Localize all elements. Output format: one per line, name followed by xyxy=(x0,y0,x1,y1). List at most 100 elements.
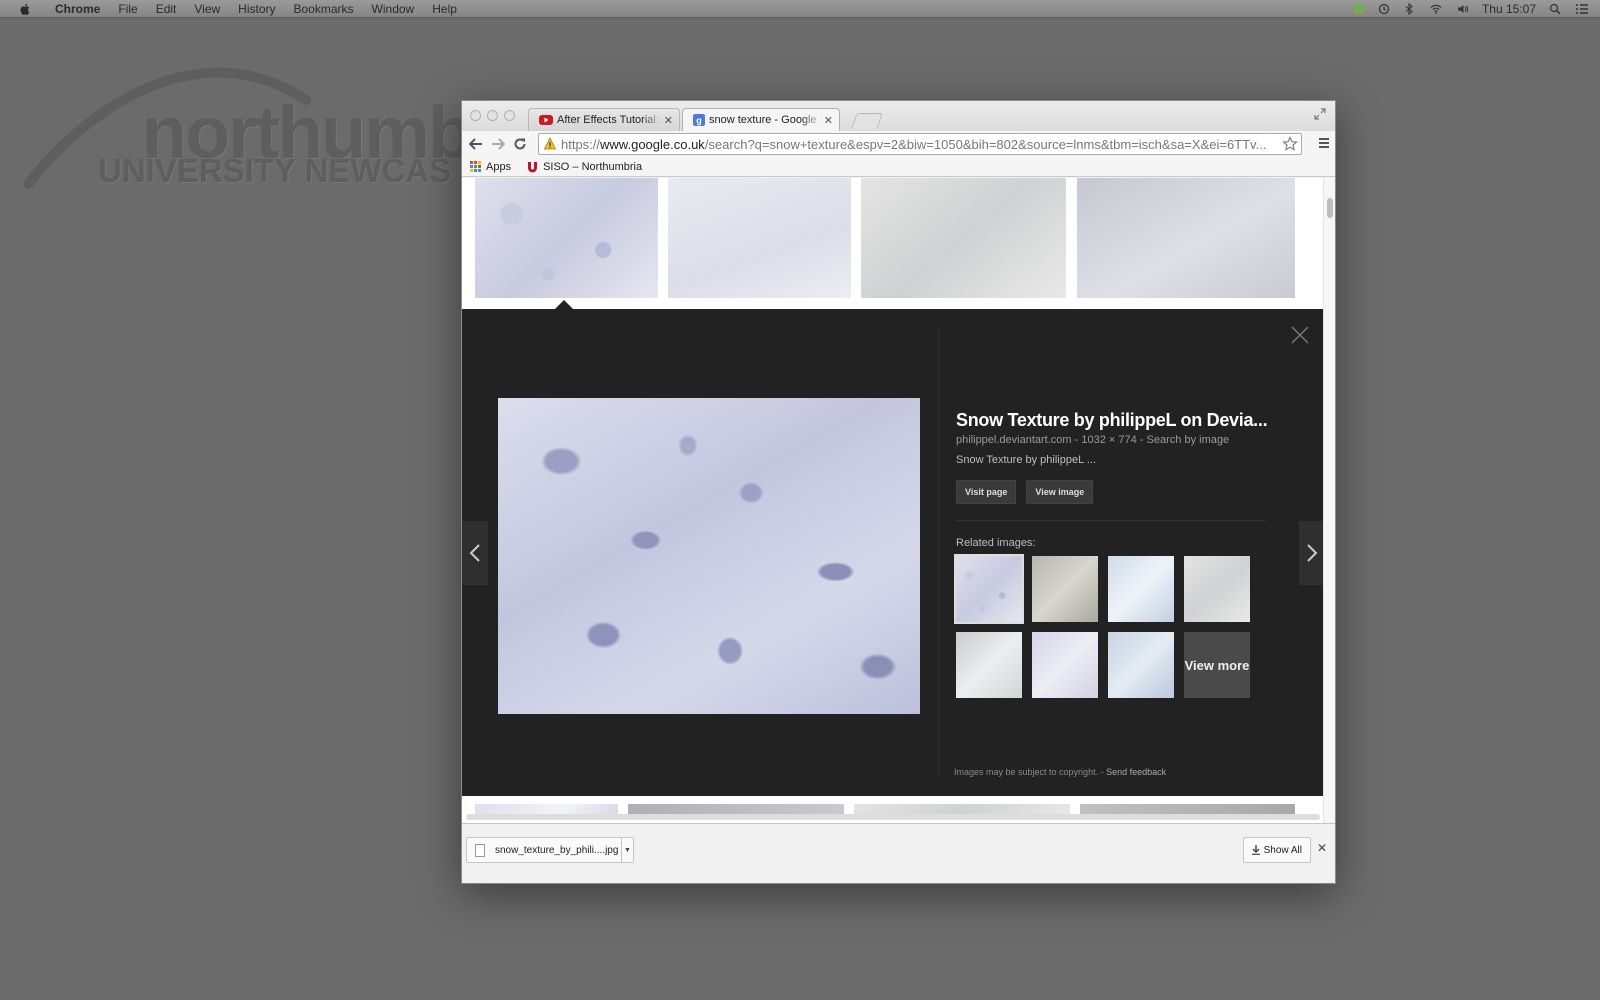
spotlight-search-icon[interactable] xyxy=(1549,3,1561,15)
related-images-grid: View more xyxy=(954,554,1276,698)
reload-button[interactable] xyxy=(509,133,531,155)
forward-button[interactable] xyxy=(487,133,509,155)
menu-clock[interactable]: Thu 15:07 xyxy=(1482,2,1536,16)
bookmark-label: Apps xyxy=(486,160,512,173)
close-shelf-icon[interactable]: ✕ xyxy=(1317,841,1327,855)
zoom-window-button[interactable] xyxy=(504,110,515,121)
tab-close-icon[interactable]: ✕ xyxy=(664,114,673,127)
show-all-downloads-button[interactable]: Show All xyxy=(1242,837,1311,863)
image-meta: philippel.deviantart.com - 1032 × 774 - … xyxy=(956,434,1276,446)
volume-icon[interactable] xyxy=(1457,3,1469,15)
next-image-button[interactable] xyxy=(1299,521,1325,585)
menu-app-name[interactable]: Chrome xyxy=(46,0,109,18)
youtube-icon xyxy=(539,115,553,125)
download-item[interactable]: snow_texture_by_phili....jpg ▼ xyxy=(466,837,634,863)
back-button[interactable] xyxy=(465,133,487,155)
tab-title: After Effects Tutorial: Anim xyxy=(557,114,663,126)
image-action-buttons: Visit page View image xyxy=(956,480,1276,504)
tab-after-effects[interactable]: After Effects Tutorial: Anim ✕ xyxy=(528,108,680,131)
close-preview-icon[interactable] xyxy=(1290,325,1310,345)
search-by-image-link[interactable]: Search by image xyxy=(1147,434,1230,446)
image-dimensions: 1032 × 774 xyxy=(1081,434,1137,446)
svg-text:g: g xyxy=(696,116,702,126)
chevron-left-icon xyxy=(469,544,480,562)
bookmark-siso[interactable]: SISO – Northumbria xyxy=(527,161,642,173)
related-image[interactable] xyxy=(956,632,1022,698)
time-machine-icon[interactable] xyxy=(1378,3,1390,15)
related-image[interactable] xyxy=(1032,632,1098,698)
download-filename: snow_texture_by_phili....jpg xyxy=(495,844,619,856)
tab-close-icon[interactable]: ✕ xyxy=(824,114,833,127)
panel-divider xyxy=(938,325,939,780)
previous-image-button[interactable] xyxy=(462,521,488,585)
related-image[interactable] xyxy=(954,554,1024,624)
related-image[interactable] xyxy=(1108,632,1174,698)
view-image-button[interactable]: View image xyxy=(1026,480,1094,504)
menu-help[interactable]: Help xyxy=(423,0,466,18)
menu-edit[interactable]: Edit xyxy=(147,0,186,18)
preview-image[interactable] xyxy=(498,398,920,714)
menu-file[interactable]: File xyxy=(109,0,146,18)
apps-grid-icon xyxy=(470,161,481,172)
image-source[interactable]: philippel.deviantart.com xyxy=(956,434,1072,446)
bookmarks-bar: Apps SISO – Northumbria xyxy=(462,157,1335,177)
tab-title: snow texture - Google Sea xyxy=(709,114,823,126)
browser-window: After Effects Tutorial: Anim ✕ g snow te… xyxy=(461,100,1336,884)
menu-window[interactable]: Window xyxy=(363,0,424,18)
related-image[interactable] xyxy=(1032,556,1098,622)
address-bar[interactable]: https://www.google.co.uk/search?q=snow+t… xyxy=(538,133,1302,155)
chrome-menu-icon[interactable] xyxy=(1317,136,1331,150)
visit-page-button[interactable]: Visit page xyxy=(956,480,1017,504)
image-title[interactable]: Snow Texture by philippeL on Devia... xyxy=(956,410,1276,431)
url-host: www.google.co.uk xyxy=(600,136,705,152)
security-warning-icon[interactable] xyxy=(544,137,556,151)
chevron-right-icon xyxy=(1307,544,1318,562)
tab-snow-texture[interactable]: g snow texture - Google Sea ✕ xyxy=(682,108,840,131)
image-result-thumbnail[interactable] xyxy=(668,178,851,298)
apple-icon[interactable] xyxy=(16,2,34,16)
show-all-label: Show All xyxy=(1263,844,1302,856)
minimize-window-button[interactable] xyxy=(487,110,498,121)
selection-caret xyxy=(555,300,573,309)
forward-arrow-icon xyxy=(492,138,505,150)
image-preview-panel: Snow Texture by philippeL on Devia... ph… xyxy=(462,309,1325,796)
close-window-button[interactable] xyxy=(470,110,481,121)
image-result-thumbnail[interactable] xyxy=(861,178,1066,298)
url-path: /search?q=snow+texture&espv=2&biw=1050&b… xyxy=(704,136,1267,152)
menu-view[interactable]: View xyxy=(185,0,229,18)
scrollbar-thumb[interactable] xyxy=(1327,198,1333,218)
image-result-thumbnail[interactable] xyxy=(475,178,658,298)
image-result-thumbnail[interactable] xyxy=(1077,178,1295,298)
notification-center-icon[interactable] xyxy=(1574,3,1590,15)
reload-icon xyxy=(514,138,526,150)
related-image[interactable] xyxy=(1184,556,1250,622)
vertical-scrollbar[interactable] xyxy=(1323,178,1335,823)
wifi-icon[interactable] xyxy=(1428,3,1444,15)
related-images-label: Related images: xyxy=(956,537,1036,549)
horizontal-scrollbar[interactable] xyxy=(466,814,1320,820)
file-icon xyxy=(475,843,485,857)
bookmark-apps[interactable]: Apps xyxy=(470,161,511,173)
menu-bookmarks[interactable]: Bookmarks xyxy=(285,0,363,18)
menu-history[interactable]: History xyxy=(229,0,284,18)
fullscreen-icon[interactable] xyxy=(1313,107,1327,121)
view-more-button[interactable]: View more xyxy=(1184,632,1250,698)
menu-bar: Chrome File Edit View History Bookmarks … xyxy=(0,0,1600,18)
bookmark-star-icon[interactable] xyxy=(1282,136,1298,152)
download-shelf: snow_texture_by_phili....jpg ▼ Show All … xyxy=(462,823,1335,883)
related-image[interactable] xyxy=(1108,556,1174,622)
url-scheme: https:// xyxy=(561,136,601,152)
meta-separator: - xyxy=(1139,434,1147,446)
download-arrow-icon xyxy=(1251,845,1260,855)
northumbria-icon xyxy=(528,161,538,172)
info-separator xyxy=(956,520,1266,521)
image-info: Snow Texture by philippeL on Devia... ph… xyxy=(954,410,1276,698)
copyright-text: Images may be subject to copyright. xyxy=(954,767,1099,777)
send-feedback-link[interactable]: Send feedback xyxy=(1106,767,1166,777)
new-tab-button[interactable] xyxy=(851,113,883,129)
browser-toolbar: https://www.google.co.uk/search?q=snow+t… xyxy=(462,131,1335,157)
bluetooth-icon[interactable] xyxy=(1403,3,1415,15)
download-menu-arrow-icon[interactable]: ▼ xyxy=(621,838,633,862)
shield-status-icon[interactable] xyxy=(1353,3,1365,15)
page-content: Snow Texture by philippeL on Devia... ph… xyxy=(462,178,1325,823)
